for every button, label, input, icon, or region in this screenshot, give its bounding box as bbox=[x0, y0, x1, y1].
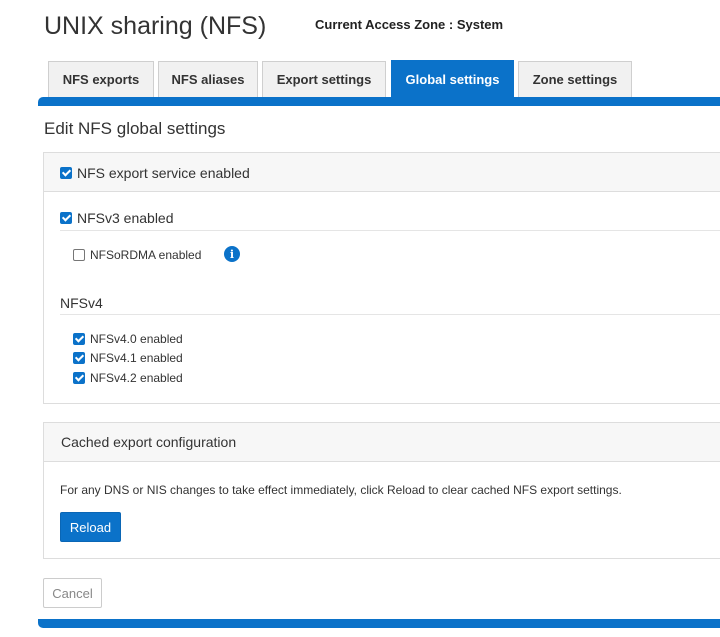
tab-global-settings[interactable]: Global settings bbox=[391, 60, 514, 98]
nfsv40-checkbox[interactable] bbox=[73, 333, 85, 345]
section-heading: Edit NFS global settings bbox=[44, 119, 226, 138]
nfsv3-checkbox[interactable] bbox=[60, 212, 72, 224]
cancel-button[interactable]: Cancel bbox=[43, 578, 102, 608]
tab-content-top-bar bbox=[38, 97, 720, 106]
cache-description: For any DNS or NIS changes to take effec… bbox=[60, 483, 622, 497]
nfsv41-label: NFSv4.1 enabled bbox=[90, 351, 183, 365]
nfsv42-label: NFSv4.2 enabled bbox=[90, 371, 183, 385]
service-enabled-checkbox[interactable] bbox=[60, 167, 72, 179]
reload-button[interactable]: Reload bbox=[60, 512, 121, 542]
nfsv40-label: NFSv4.0 enabled bbox=[90, 332, 183, 346]
tab-zone-settings[interactable]: Zone settings bbox=[518, 61, 632, 97]
cached-export-panel: Cached export configuration For any DNS … bbox=[43, 422, 720, 559]
tab-nfs-exports[interactable]: NFS exports bbox=[48, 61, 154, 97]
nfsv42-checkbox[interactable] bbox=[73, 372, 85, 384]
page-title: UNIX sharing (NFS) bbox=[44, 12, 267, 40]
tab-content-bottom-bar bbox=[38, 619, 720, 628]
nfsordma-label: NFSoRDMA enabled bbox=[90, 248, 202, 262]
access-zone-label: Current Access Zone : System bbox=[315, 17, 504, 32]
nfsv3-label: NFSv3 enabled bbox=[77, 210, 174, 226]
nfsordma-checkbox[interactable] bbox=[73, 249, 85, 261]
nfsv4-divider bbox=[60, 314, 720, 315]
tab-export-settings[interactable]: Export settings bbox=[262, 61, 386, 97]
cached-export-heading: Cached export configuration bbox=[44, 423, 720, 462]
tab-nfs-aliases[interactable]: NFS aliases bbox=[158, 61, 258, 97]
info-icon[interactable]: i bbox=[224, 246, 240, 262]
nfsv3-divider bbox=[60, 230, 720, 231]
nfs-service-panel: NFS export service enabled NFSv3 enabled… bbox=[43, 152, 720, 404]
service-enabled-label: NFS export service enabled bbox=[77, 165, 250, 181]
nfsv4-heading: NFSv4 bbox=[60, 295, 103, 311]
nfsv41-checkbox[interactable] bbox=[73, 352, 85, 364]
